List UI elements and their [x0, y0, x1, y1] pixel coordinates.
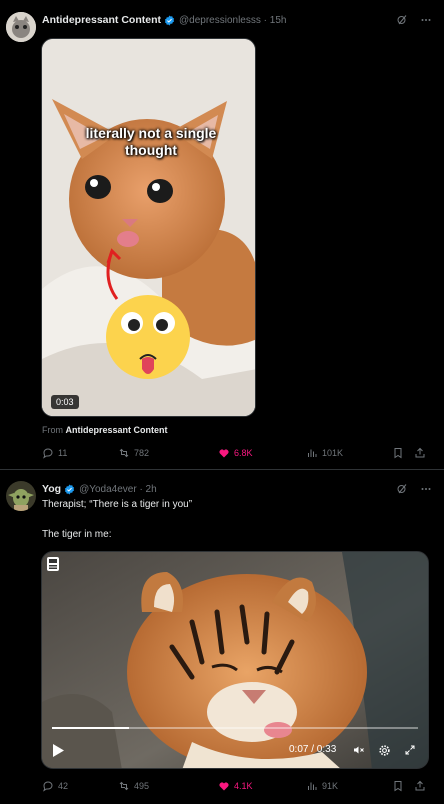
reply-icon [43, 781, 53, 792]
reply-count: 42 [58, 781, 69, 791]
bookmark-icon [394, 781, 402, 792]
fullscreen-icon [405, 745, 415, 755]
repost-button[interactable]: 495 [118, 780, 149, 792]
more-icon[interactable] [420, 483, 432, 495]
channel-logo [47, 557, 59, 571]
reply-button[interactable]: 11 [42, 447, 67, 459]
repost-count: 495 [134, 781, 150, 791]
repost-icon [119, 781, 129, 791]
play-button[interactable] [52, 744, 64, 757]
like-button[interactable]: 6.8K [218, 447, 253, 459]
from-prefix: From [42, 425, 63, 435]
mute-button[interactable] [352, 744, 365, 756]
repost-button[interactable]: 782 [118, 447, 149, 459]
like-count: 6.8K [234, 448, 253, 458]
verified-badge-icon [64, 483, 75, 495]
settings-icon [379, 745, 390, 756]
like-icon [219, 449, 229, 458]
bookmark-icon [394, 448, 402, 459]
tweet-text-line-2: The tiger in me: [42, 529, 112, 540]
tweet-text-line-1: Therapist; “There is a tiger in you” [42, 499, 193, 510]
avatar-image [6, 12, 36, 42]
video-player[interactable]: literally not a single thought 0:03 [41, 38, 256, 417]
source-attribution[interactable]: From Antidepressant Content [42, 425, 168, 435]
author-name[interactable]: Antidepressant Content [42, 14, 161, 26]
reply-button[interactable]: 42 [42, 780, 68, 792]
views-button[interactable]: 91K [306, 780, 338, 792]
handle-and-time[interactable]: @depressionlesss · 15h [179, 15, 286, 26]
views-count: 91K [322, 781, 339, 791]
bookmark-button[interactable] [392, 447, 404, 459]
from-account[interactable]: Antidepressant Content [66, 425, 168, 435]
video-progress-track[interactable] [52, 727, 418, 729]
avatar[interactable] [6, 481, 36, 511]
tweet-2[interactable]: Yog @Yoda4ever · 2h Therapist; “There is… [0, 471, 444, 804]
like-count: 4.1K [234, 781, 253, 791]
grok-icon[interactable] [396, 483, 408, 495]
cat-video-frame [42, 39, 255, 416]
verified-badge-icon [164, 14, 175, 26]
bookmark-button[interactable] [392, 780, 404, 792]
share-icon [415, 780, 425, 791]
share-button[interactable] [414, 447, 426, 459]
like-button[interactable]: 4.1K [218, 780, 253, 792]
share-icon [415, 447, 425, 458]
repost-count: 782 [134, 448, 150, 458]
share-button[interactable] [414, 780, 426, 792]
video-progress-fill [52, 727, 129, 729]
fullscreen-button[interactable] [404, 744, 416, 756]
views-icon [308, 449, 317, 457]
video-time: 0:07 / 0:33 [289, 744, 337, 755]
reply-count: 11 [58, 448, 68, 458]
video-player[interactable]: 0:07 / 0:33 [41, 551, 429, 769]
play-icon [53, 744, 64, 757]
grok-icon[interactable] [396, 14, 408, 26]
avatar-image [6, 481, 36, 511]
video-time-badge: 0:03 [51, 395, 79, 409]
views-count: 101K [322, 448, 344, 458]
meme-caption: literally not a single thought [85, 125, 217, 158]
views-button[interactable]: 101K [306, 447, 343, 459]
avatar[interactable] [6, 12, 36, 42]
like-icon [219, 782, 229, 791]
reply-icon [43, 448, 53, 459]
more-icon[interactable] [420, 14, 432, 26]
repost-icon [119, 448, 129, 458]
handle-and-time[interactable]: @Yoda4ever · 2h [79, 484, 157, 495]
tiger-video-frame [42, 552, 428, 768]
mute-icon [354, 746, 364, 754]
views-icon [308, 782, 317, 790]
author-name[interactable]: Yog [42, 483, 61, 495]
tweet-1[interactable]: Antidepressant Content @depressionlesss … [0, 0, 444, 470]
settings-button[interactable] [378, 744, 391, 757]
